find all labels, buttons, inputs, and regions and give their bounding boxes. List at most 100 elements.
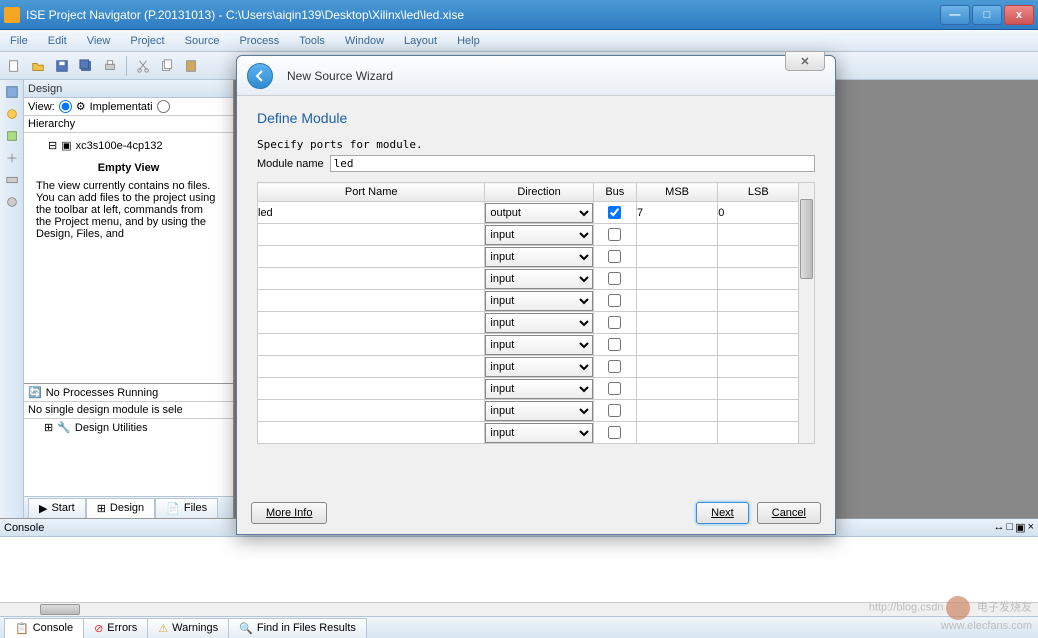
ctab-warnings[interactable]: ⚠Warnings: [147, 618, 229, 638]
ctab-find[interactable]: 🔍Find in Files Results: [228, 618, 367, 638]
left-tool-5[interactable]: [2, 170, 22, 190]
lsb-cell[interactable]: [718, 378, 799, 400]
msb-cell[interactable]: [636, 400, 717, 422]
lsb-cell[interactable]: [718, 334, 799, 356]
tab-design[interactable]: ⊞Design: [86, 498, 155, 518]
lsb-cell[interactable]: [718, 312, 799, 334]
bus-cell[interactable]: [593, 400, 636, 422]
impl-radio[interactable]: [59, 100, 72, 113]
msb-cell[interactable]: [636, 334, 717, 356]
direction-cell[interactable]: outputinput: [485, 378, 593, 400]
col-direction[interactable]: Direction: [485, 183, 593, 202]
direction-cell[interactable]: outputinput: [485, 356, 593, 378]
port-name-cell[interactable]: [258, 378, 485, 400]
direction-cell[interactable]: outputinput: [485, 312, 593, 334]
msb-cell[interactable]: [636, 378, 717, 400]
wizard-back-button[interactable]: [247, 63, 273, 89]
msb-cell[interactable]: [636, 268, 717, 290]
save-icon[interactable]: [52, 56, 72, 76]
next-button[interactable]: Next: [696, 502, 749, 524]
bus-cell[interactable]: [593, 334, 636, 356]
direction-cell[interactable]: outputinput: [485, 246, 593, 268]
left-tool-3[interactable]: [2, 126, 22, 146]
maximize-button[interactable]: □: [972, 5, 1002, 25]
console-dock-icon[interactable]: ↔: [994, 521, 1005, 534]
bus-cell[interactable]: [593, 224, 636, 246]
new-icon[interactable]: [4, 56, 24, 76]
direction-cell[interactable]: outputinput: [485, 400, 593, 422]
left-tool-6[interactable]: [2, 192, 22, 212]
direction-cell[interactable]: outputinput: [485, 334, 593, 356]
bus-cell[interactable]: [593, 202, 636, 224]
lsb-cell[interactable]: [718, 246, 799, 268]
port-name-cell[interactable]: [258, 268, 485, 290]
direction-select[interactable]: outputinput: [485, 269, 592, 289]
save-all-icon[interactable]: [76, 56, 96, 76]
menu-window[interactable]: Window: [341, 33, 388, 49]
cut-icon[interactable]: [133, 56, 153, 76]
direction-select[interactable]: outputinput: [485, 379, 592, 399]
direction-select[interactable]: outputinput: [485, 291, 592, 311]
more-info-button[interactable]: More Info: [251, 502, 327, 524]
bus-cell[interactable]: [593, 422, 636, 444]
lsb-cell[interactable]: 0: [718, 202, 799, 224]
collapse-icon[interactable]: ⊟: [48, 139, 57, 152]
bus-cell[interactable]: [593, 290, 636, 312]
direction-select[interactable]: outputinput: [485, 401, 592, 421]
console-hscroll-thumb[interactable]: [40, 604, 80, 615]
col-port-name[interactable]: Port Name: [258, 183, 485, 202]
bus-checkbox[interactable]: [608, 404, 621, 417]
console-close-icon[interactable]: ×: [1028, 521, 1034, 534]
direction-select[interactable]: outputinput: [485, 423, 592, 443]
msb-cell[interactable]: [636, 312, 717, 334]
bus-checkbox[interactable]: [608, 316, 621, 329]
msb-cell[interactable]: [636, 246, 717, 268]
left-tool-4[interactable]: [2, 148, 22, 168]
direction-cell[interactable]: outputinput: [485, 290, 593, 312]
lsb-cell[interactable]: [718, 356, 799, 378]
tab-start[interactable]: ▶Start: [28, 498, 86, 518]
msb-cell[interactable]: [636, 290, 717, 312]
console-restore-icon[interactable]: □: [1007, 521, 1014, 534]
direction-cell[interactable]: outputinput: [485, 268, 593, 290]
cancel-button[interactable]: Cancel: [757, 502, 821, 524]
port-name-cell[interactable]: led: [258, 202, 485, 224]
expand-icon[interactable]: ⊞: [44, 421, 53, 434]
open-icon[interactable]: [28, 56, 48, 76]
design-utilities-row[interactable]: ⊞ 🔧 Design Utilities: [24, 419, 233, 436]
ctab-console[interactable]: 📋Console: [4, 618, 84, 638]
close-button[interactable]: x: [1004, 5, 1034, 25]
port-name-cell[interactable]: [258, 400, 485, 422]
left-tool-2[interactable]: [2, 104, 22, 124]
lsb-cell[interactable]: [718, 422, 799, 444]
module-name-input[interactable]: [330, 155, 815, 172]
minimize-button[interactable]: —: [940, 5, 970, 25]
menu-project[interactable]: Project: [126, 33, 168, 49]
port-name-cell[interactable]: [258, 246, 485, 268]
port-name-cell[interactable]: [258, 334, 485, 356]
ctab-errors[interactable]: ⊘Errors: [83, 618, 148, 638]
device-tree-item[interactable]: ⊟ ▣ xc3s100e-4cp132: [28, 137, 229, 154]
port-name-cell[interactable]: [258, 290, 485, 312]
direction-select[interactable]: outputinput: [485, 203, 592, 223]
menu-tools[interactable]: Tools: [295, 33, 329, 49]
bus-checkbox[interactable]: [608, 426, 621, 439]
port-name-cell[interactable]: [258, 356, 485, 378]
menu-edit[interactable]: Edit: [44, 33, 71, 49]
bus-checkbox[interactable]: [608, 338, 621, 351]
bus-cell[interactable]: [593, 312, 636, 334]
lsb-cell[interactable]: [718, 400, 799, 422]
menu-source[interactable]: Source: [181, 33, 224, 49]
direction-cell[interactable]: outputinput: [485, 202, 593, 224]
direction-select[interactable]: outputinput: [485, 357, 592, 377]
bus-cell[interactable]: [593, 268, 636, 290]
bus-checkbox[interactable]: [608, 382, 621, 395]
table-vscrollbar[interactable]: [799, 182, 815, 444]
bus-checkbox[interactable]: [608, 272, 621, 285]
direction-select[interactable]: outputinput: [485, 247, 592, 267]
direction-select[interactable]: outputinput: [485, 335, 592, 355]
table-vscroll-thumb[interactable]: [800, 199, 813, 279]
menu-process[interactable]: Process: [235, 33, 283, 49]
msb-cell[interactable]: 7: [636, 202, 717, 224]
msb-cell[interactable]: [636, 422, 717, 444]
